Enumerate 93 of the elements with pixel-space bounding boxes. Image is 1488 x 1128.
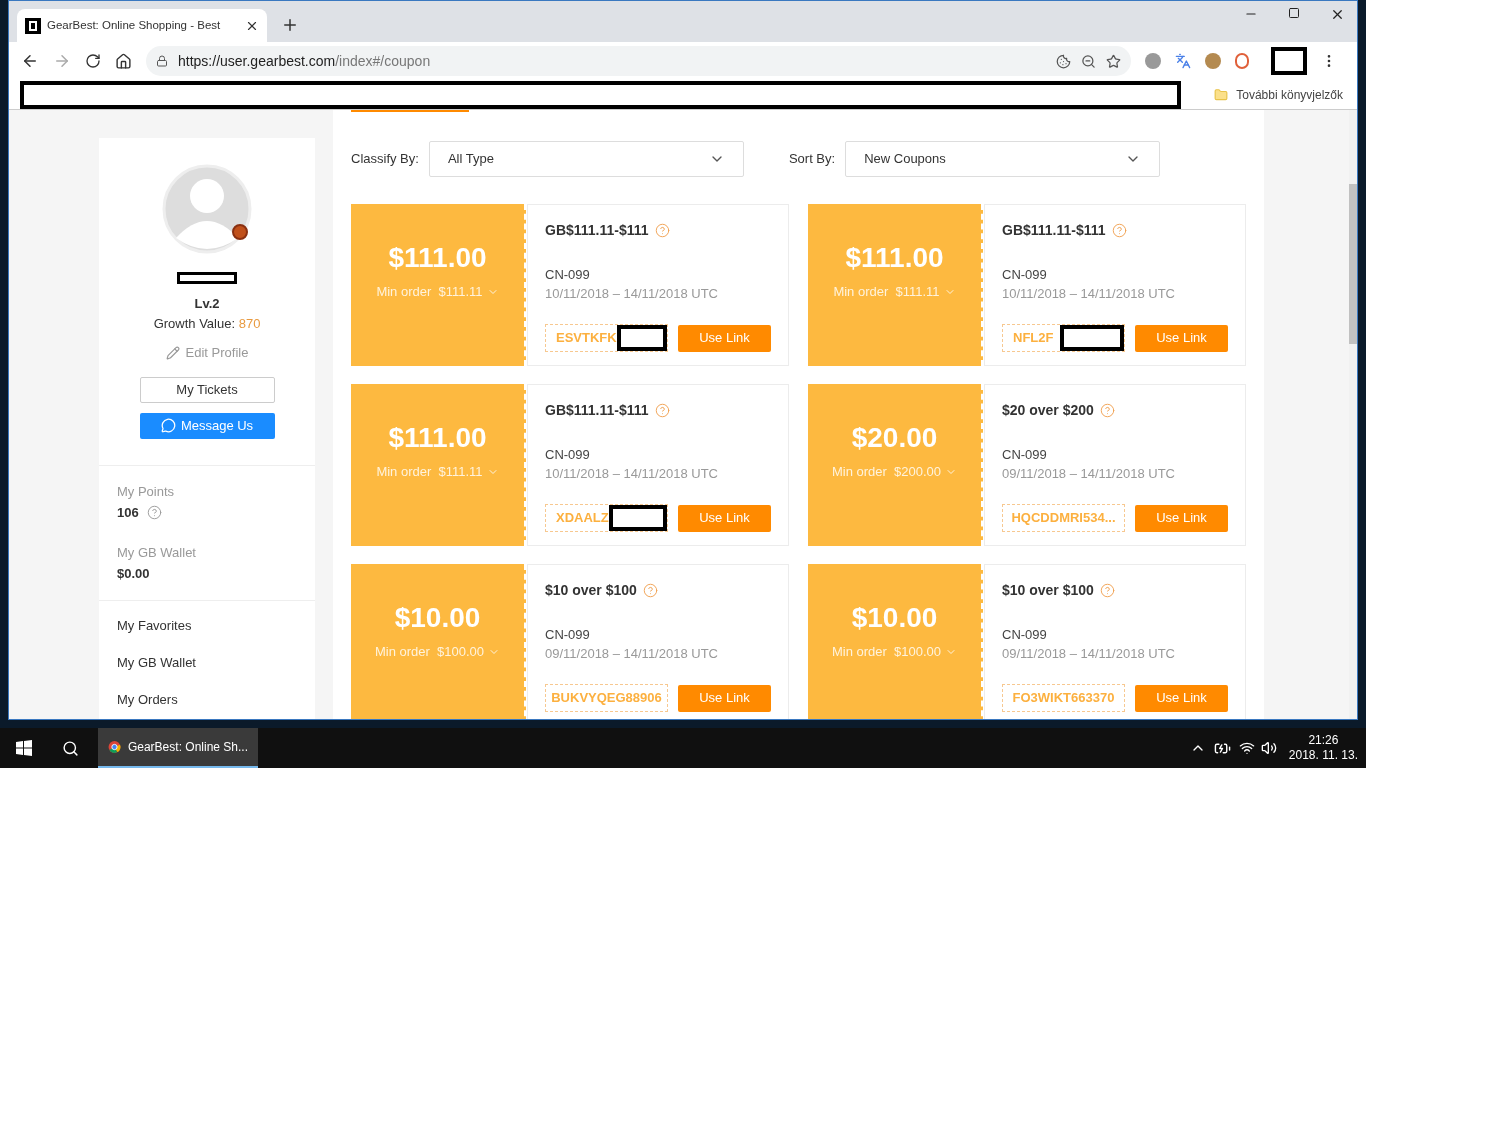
bookmark-star-icon[interactable] [1106, 53, 1121, 69]
coupon-dates: 09/11/2018 – 14/11/2018 UTC [1002, 646, 1176, 662]
new-tab-icon[interactable] [281, 16, 299, 34]
coupon-amount: $20.00 [851, 421, 938, 456]
use-link-button[interactable]: Use Link [1135, 324, 1228, 352]
volume-icon[interactable] [1260, 740, 1277, 756]
use-link-button[interactable]: Use Link [1135, 504, 1228, 532]
coupon-title: GB$111.11-$111 [545, 401, 649, 419]
coupon-dates: 10/11/2018 – 14/11/2018 UTC [1002, 286, 1176, 302]
redaction-box [1271, 47, 1307, 75]
extension-icon[interactable] [1205, 53, 1221, 69]
windows-start-icon[interactable] [16, 740, 32, 756]
coupon-region: CN-099 [1002, 267, 1048, 283]
points-value: 106 [117, 504, 139, 522]
my-tickets-button[interactable]: My Tickets [139, 376, 275, 403]
coupon-code-field[interactable]: ESVTKFK [545, 324, 668, 352]
coupon-title: GB$111.11-$111 [1002, 221, 1106, 239]
coupon-code[interactable]: FO3WIKT663370 [1002, 684, 1125, 712]
coupon-amount: $111.00 [845, 241, 944, 276]
min-order[interactable]: Min order $100.00 [374, 642, 501, 662]
coupon-region: CN-099 [1002, 447, 1048, 463]
use-link-button[interactable]: Use Link [1135, 684, 1228, 712]
cookie-blocked-icon[interactable] [1056, 53, 1071, 69]
coupon-code-field[interactable]: NFL2F [1002, 324, 1125, 352]
close-window-icon[interactable] [1330, 7, 1345, 22]
min-order[interactable]: Min order $111.11 [376, 462, 499, 482]
sort-label: Sort By: [788, 150, 836, 169]
tab-title: GearBest: Online Shopping - Best [47, 17, 222, 33]
coupon-title: $10 over $100 [1002, 581, 1094, 599]
sidebar-nav-item[interactable]: My GB Wallet [117, 653, 297, 672]
min-order[interactable]: Min order $200.00 [831, 462, 958, 482]
coupon-code-field[interactable]: XDAALZ [545, 504, 668, 532]
extension-ring-icon[interactable] [1235, 53, 1249, 69]
sidebar-nav-item[interactable]: My Orders [117, 690, 297, 709]
coupon-amount: $10.00 [394, 601, 481, 636]
coupon-region: CN-099 [545, 267, 591, 283]
wifi-icon[interactable] [1238, 740, 1255, 756]
back-icon[interactable] [21, 52, 39, 70]
use-link-button[interactable]: Use Link [678, 684, 771, 712]
coupon-region: CN-099 [545, 447, 591, 463]
translate-icon[interactable] [1175, 53, 1191, 69]
coupon-code[interactable]: BUKVYQEG88906 [545, 684, 668, 712]
coupon-title: $20 over $200 [1002, 401, 1094, 419]
coupon-dates: 09/11/2018 – 14/11/2018 UTC [1002, 466, 1176, 482]
maximize-icon[interactable] [1288, 7, 1300, 19]
browser-tab[interactable]: GearBest: Online Shopping - Best [17, 9, 267, 42]
lock-icon [156, 55, 168, 67]
pencil-icon[interactable] [165, 345, 180, 360]
user-level: Lv.2 [194, 295, 220, 313]
scrollbar[interactable] [1349, 110, 1357, 719]
min-order[interactable]: Min order $111.11 [376, 282, 499, 302]
coupon-amount: $111.00 [388, 241, 487, 276]
use-link-button[interactable]: Use Link [678, 324, 771, 352]
edit-profile-link[interactable]: Edit Profile [185, 343, 249, 363]
sort-dropdown[interactable]: New Coupons [845, 141, 1161, 177]
search-icon[interactable] [62, 739, 79, 757]
points-label: My Points [117, 482, 176, 501]
zoom-out-icon[interactable] [1081, 53, 1096, 69]
message-us-button[interactable]: Message Us [139, 412, 275, 439]
wallet-value: $0.00 [117, 565, 151, 583]
wallet-label: My GB Wallet [117, 543, 197, 562]
coupon-region: CN-099 [545, 627, 591, 643]
use-link-button[interactable]: Use Link [678, 504, 771, 532]
url-text: https://user.gearbest.com/index#/coupon [178, 51, 431, 71]
classify-dropdown[interactable]: All Type [428, 141, 744, 177]
classify-label: Classify By: [351, 150, 419, 169]
min-order[interactable]: Min order $100.00 [831, 642, 958, 662]
growth-value: Growth Value: 870 [153, 314, 261, 333]
reload-icon[interactable] [85, 53, 101, 69]
coupon-code: ESVTKFK [556, 329, 617, 348]
bookmarks-folder[interactable]: További könyvjelzők [1236, 85, 1343, 104]
redaction-box [177, 272, 237, 284]
coupon-title: GB$111.11-$111 [545, 221, 649, 239]
coupon-code: XDAALZ [556, 509, 609, 528]
coupon-dates: 10/11/2018 – 14/11/2018 UTC [545, 286, 719, 302]
coupon-code[interactable]: HQCDDMRI534... [1002, 504, 1125, 532]
coupon-code: NFL2F [1013, 329, 1054, 348]
coupon-dates: 10/11/2018 – 14/11/2018 UTC [545, 466, 719, 482]
clock[interactable]: 21:26 2018. 11. 13. [1288, 733, 1358, 763]
scrollbar-thumb[interactable] [1349, 184, 1357, 344]
coupon-amount: $10.00 [851, 601, 938, 636]
coupon-dates: 09/11/2018 – 14/11/2018 UTC [545, 646, 719, 662]
coupon-region: CN-099 [1002, 627, 1048, 643]
sidebar-nav-item[interactable]: My Favorites [117, 616, 297, 635]
home-icon[interactable] [115, 52, 132, 70]
messenger-icon [160, 418, 176, 433]
site-logo-icon [25, 17, 41, 34]
taskbar-app-button[interactable]: GearBest: Online Sh... [98, 728, 258, 768]
avatar-silhouette-icon [162, 164, 252, 254]
address-bar[interactable]: https://user.gearbest.com/index#/coupon [146, 46, 1131, 76]
coupon-title: $10 over $100 [545, 581, 637, 599]
min-order[interactable]: Min order $111.11 [833, 282, 956, 302]
coupon-amount: $111.00 [388, 421, 487, 456]
